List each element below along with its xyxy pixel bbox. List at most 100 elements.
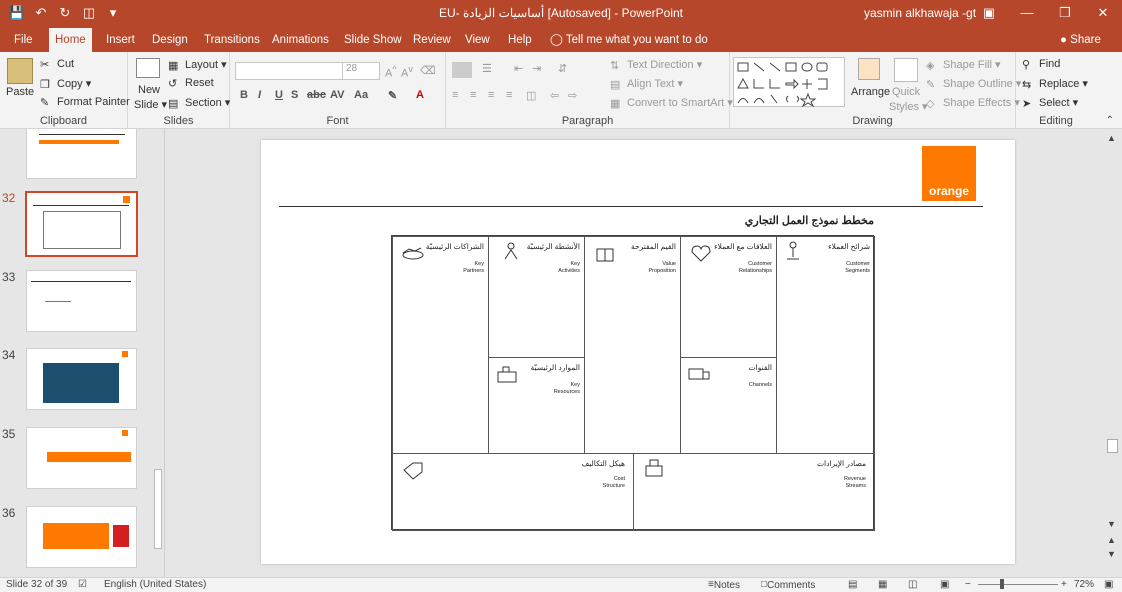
- copy-button[interactable]: ❐ Copy ▾: [40, 77, 91, 91]
- scroll-thumb[interactable]: [154, 469, 162, 549]
- tab-transitions[interactable]: Transitions: [198, 28, 266, 52]
- change-case-button[interactable]: Aa: [354, 89, 368, 101]
- user-name[interactable]: yasmin alkhawaja -gt: [864, 6, 976, 20]
- arrange-button[interactable]: Arrange: [851, 86, 890, 98]
- value-proposition-cell[interactable]: القيم المقترحة Value Proposition: [584, 236, 681, 454]
- notes-button[interactable]: ≡ Notes: [708, 579, 740, 591]
- ltr-icon[interactable]: ⇨: [568, 89, 577, 102]
- zoom-slider[interactable]: [978, 584, 1058, 585]
- decrease-indent-icon[interactable]: ⇤: [514, 62, 523, 75]
- scroll-up-icon[interactable]: ▲: [1107, 133, 1116, 143]
- font-size-field[interactable]: 28: [342, 62, 380, 80]
- convert-smartart-button[interactable]: ▦ Convert to SmartArt ▾: [610, 96, 733, 110]
- shape-outline-button[interactable]: ✎ Shape Outline ▾: [926, 77, 1021, 91]
- underline-button[interactable]: U: [275, 89, 283, 101]
- section-button[interactable]: ▤ Section ▾: [168, 96, 230, 110]
- close-icon[interactable]: ✕: [1084, 0, 1122, 28]
- select-button[interactable]: ➤ Select ▾: [1022, 96, 1078, 110]
- shapes-gallery[interactable]: [733, 57, 845, 108]
- cost-structure-cell[interactable]: هيكل التكاليف Cost Structure: [392, 453, 634, 531]
- spellcheck-icon[interactable]: ☑: [78, 579, 87, 590]
- tab-review[interactable]: Review: [407, 28, 457, 52]
- tab-design[interactable]: Design: [146, 28, 194, 52]
- italic-button[interactable]: I: [258, 89, 261, 101]
- language-status[interactable]: English (United States): [104, 579, 206, 590]
- paste-button[interactable]: Paste: [6, 86, 34, 98]
- bold-button[interactable]: B: [240, 89, 248, 101]
- shape-fill-button[interactable]: ◈ Shape Fill ▾: [926, 58, 1001, 72]
- slide-sorter-icon[interactable]: ▦: [878, 579, 887, 590]
- customer-relationships-cell[interactable]: العلاقات مع العملاء Customer Relationshi…: [680, 236, 777, 358]
- rtl-icon[interactable]: ⇦: [550, 89, 559, 102]
- new-slide-button[interactable]: New: [138, 84, 160, 96]
- justify-icon[interactable]: ≡: [506, 89, 512, 101]
- tab-view[interactable]: View: [459, 28, 496, 52]
- tab-animations[interactable]: Animations: [266, 28, 335, 52]
- scroll-thumb[interactable]: [1107, 439, 1118, 453]
- new-slide-dropdown[interactable]: Slide ▾: [134, 98, 167, 111]
- zoom-in-icon[interactable]: +: [1061, 579, 1067, 590]
- shrink-font-button[interactable]: Av: [401, 64, 413, 80]
- fit-slide-icon[interactable]: ▣: [1104, 579, 1113, 590]
- quick-styles-button[interactable]: Quick: [892, 86, 920, 98]
- increase-indent-icon[interactable]: ⇥: [532, 62, 541, 75]
- align-center-icon[interactable]: ≡: [470, 89, 476, 101]
- normal-view-icon[interactable]: ▤: [848, 579, 857, 590]
- tab-insert[interactable]: Insert: [100, 28, 141, 52]
- slide-thumbnail-selected[interactable]: [25, 191, 138, 257]
- zoom-slider-handle[interactable]: [1000, 579, 1004, 589]
- slide-thumbnail[interactable]: [26, 427, 137, 489]
- slide-thumbnail[interactable]: [26, 506, 137, 568]
- minimize-icon[interactable]: —: [1008, 0, 1046, 28]
- customer-segments-cell[interactable]: شرائح العملاء Customer Segments: [776, 236, 875, 454]
- revenue-streams-cell[interactable]: مصادر الإيرادات Revenue Streams: [633, 453, 875, 531]
- char-spacing-button[interactable]: AV: [330, 89, 344, 101]
- format-painter-button[interactable]: ✎ Format Painter: [40, 96, 130, 109]
- share-button[interactable]: ● Share: [1060, 28, 1101, 52]
- key-activities-cell[interactable]: الأنشطة الرئيسيّة Key Activities: [488, 236, 585, 358]
- replace-button[interactable]: ⇆ Replace ▾: [1022, 77, 1088, 91]
- grow-font-button[interactable]: A^: [385, 64, 397, 80]
- comments-button[interactable]: □ Comments: [761, 579, 815, 591]
- line-spacing-icon[interactable]: ⇵: [558, 62, 567, 75]
- strikethrough-button[interactable]: abc: [307, 89, 326, 101]
- zoom-level[interactable]: 72%: [1074, 579, 1094, 590]
- slideshow-view-icon[interactable]: ▣: [940, 579, 949, 590]
- tab-home[interactable]: Home: [49, 28, 92, 52]
- slide-thumbnail[interactable]: [26, 270, 137, 332]
- reset-button[interactable]: ↺ Reset: [168, 77, 214, 90]
- align-right-icon[interactable]: ≡: [488, 89, 494, 101]
- slide-thumbnail[interactable]: [26, 129, 137, 179]
- columns-icon[interactable]: ◫: [526, 89, 536, 102]
- shadow-button[interactable]: S: [291, 89, 298, 101]
- key-partners-cell[interactable]: الشراكات الرئيسيّة Key Partners: [392, 236, 489, 454]
- highlight-button[interactable]: ✎: [388, 89, 397, 102]
- tab-slide-show[interactable]: Slide Show: [338, 28, 408, 52]
- quick-styles-dropdown[interactable]: Styles ▾: [889, 100, 928, 113]
- zoom-out-icon[interactable]: −: [965, 579, 971, 590]
- tab-file[interactable]: File: [8, 28, 39, 52]
- clear-formatting-button[interactable]: ⌫: [420, 64, 436, 77]
- numbering-icon[interactable]: ☰: [482, 62, 492, 75]
- text-direction-button[interactable]: ⇅ Text Direction ▾: [610, 58, 702, 72]
- tab-help[interactable]: Help: [502, 28, 538, 52]
- slide[interactable]: orange مخطط نموذج العمل التجاري الشراكات…: [261, 140, 1015, 564]
- key-resources-cell[interactable]: الموارد الرئيسيّة Key Resources: [488, 357, 585, 454]
- next-slide-icon[interactable]: ▼: [1107, 549, 1116, 559]
- cut-button[interactable]: ✂ Cut: [40, 58, 74, 71]
- shape-effects-button[interactable]: ◇ Shape Effects ▾: [926, 96, 1020, 110]
- align-left-icon[interactable]: ≡: [452, 89, 458, 101]
- align-text-button[interactable]: ▤ Align Text ▾: [610, 77, 683, 91]
- ribbon-display-options-icon[interactable]: ▣: [970, 0, 1008, 28]
- reading-view-icon[interactable]: ◫: [908, 579, 917, 590]
- tell-me-search[interactable]: ◯ Tell me what you want to do: [550, 28, 708, 52]
- collapse-ribbon-icon[interactable]: ⌃: [1106, 115, 1114, 126]
- font-name-field[interactable]: [235, 62, 343, 80]
- previous-slide-icon[interactable]: ▲: [1107, 535, 1116, 545]
- layout-button[interactable]: ▦ Layout ▾: [168, 58, 227, 72]
- scroll-down-icon[interactable]: ▼: [1107, 519, 1116, 529]
- slide-scrollbar[interactable]: ▲ ▼ ▲ ▼: [1104, 129, 1122, 577]
- restore-icon[interactable]: ❐: [1046, 0, 1084, 28]
- bullets-icon[interactable]: [452, 62, 472, 78]
- channels-cell[interactable]: القنوات Channels: [680, 357, 777, 454]
